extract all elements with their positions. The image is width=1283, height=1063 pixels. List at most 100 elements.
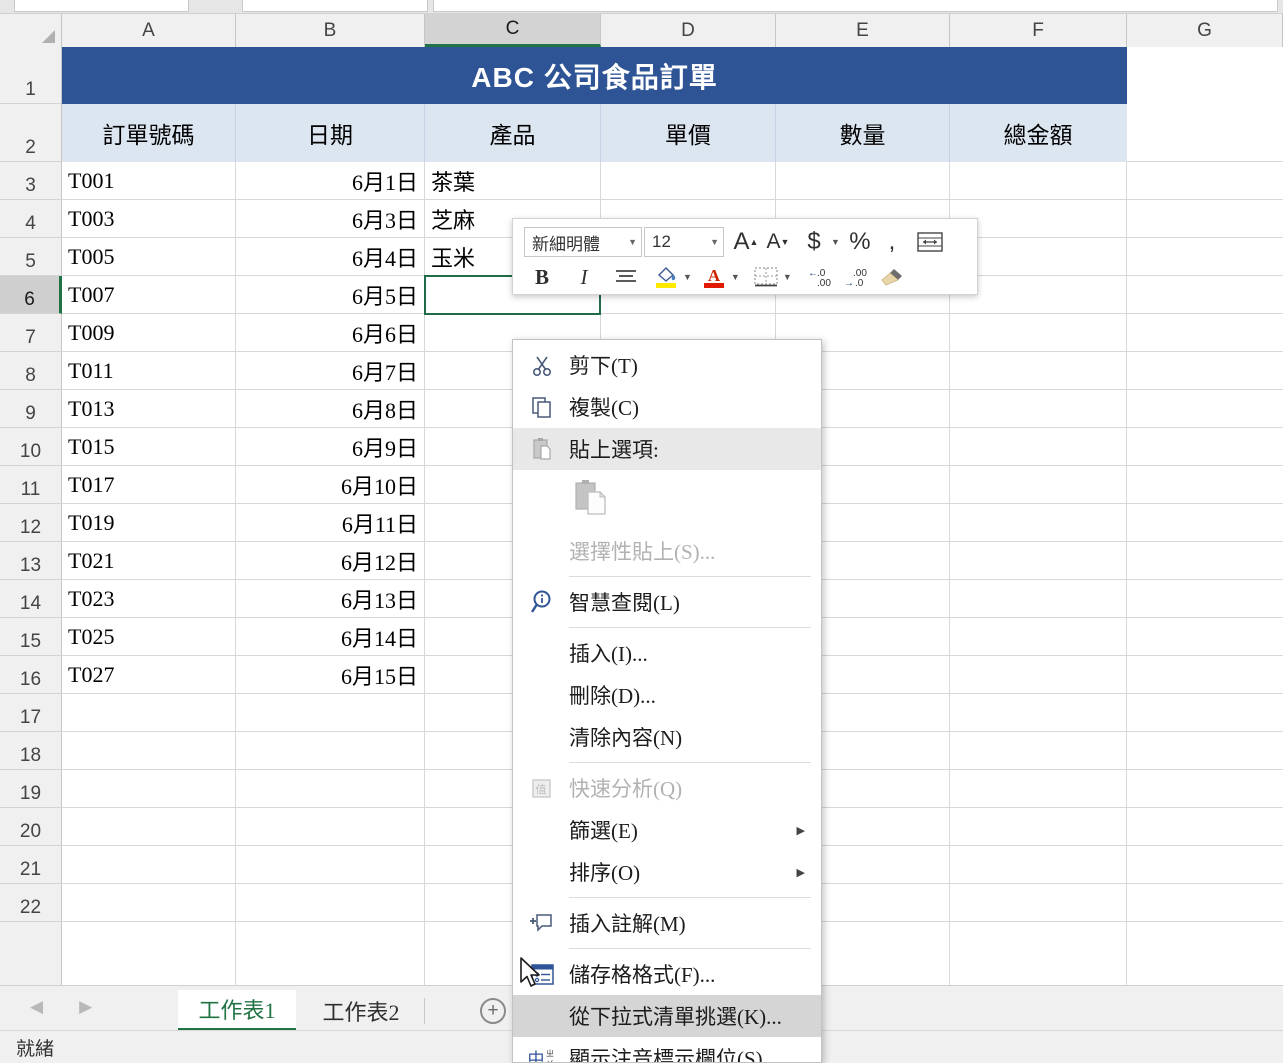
formula-input[interactable] (433, 0, 1278, 12)
cell-a7[interactable]: T009 (62, 314, 235, 352)
cell-b8[interactable]: 6月7日 (236, 352, 424, 390)
cell-b14[interactable]: 6月13日 (236, 580, 424, 618)
grow-font-icon[interactable]: A ▲ (732, 227, 760, 257)
cell-b9[interactable]: 6月8日 (236, 390, 424, 428)
menu-item-copy[interactable]: 複製(C) (513, 386, 821, 428)
percent-format-icon[interactable]: % (846, 227, 874, 257)
row-header-16[interactable]: 16 (0, 656, 62, 694)
fill-color-icon[interactable] (652, 262, 680, 292)
cell-b15[interactable]: 6月14日 (236, 618, 424, 656)
add-sheet-button[interactable]: + (480, 998, 506, 1024)
row-header-1[interactable]: 1 (0, 47, 62, 104)
name-box[interactable] (14, 0, 189, 12)
borders-dropdown-icon[interactable]: ▼ (783, 272, 792, 282)
menu-item-filter[interactable]: 篩選(E) ▶ (513, 809, 821, 851)
cell-b12[interactable]: 6月11日 (236, 504, 424, 542)
menu-item-insert[interactable]: 插入(I)... (513, 632, 821, 674)
cell-a3[interactable]: T001 (62, 162, 235, 200)
mini-formatting-toolbar[interactable]: 新細明體 ▼ 12 ▼ A ▲ A ▼ $ ▼ % , B I ▼ A ▼ ▼ … (512, 218, 978, 295)
cell-a5[interactable]: T005 (62, 238, 235, 276)
shrink-font-icon[interactable]: A ▼ (764, 227, 792, 257)
cell-b4[interactable]: 6月3日 (236, 200, 424, 238)
menu-item-format-cells[interactable]: 儲存格格式(F)... (513, 953, 821, 995)
row-header-10[interactable]: 10 (0, 428, 62, 466)
row-header-9[interactable]: 9 (0, 390, 62, 428)
sheet-title-banner[interactable]: ABC 公司食品訂單 (62, 47, 1127, 104)
accounting-format-icon[interactable]: $ (800, 227, 828, 257)
menu-item-pick-from-dropdown[interactable]: 從下拉式清單挑選(K)... (513, 995, 821, 1037)
menu-item-delete[interactable]: 刪除(D)... (513, 674, 821, 716)
cell-a6[interactable]: T007 (62, 276, 235, 314)
sheet-nav-arrows[interactable]: ◀ ▶ (30, 997, 92, 1017)
font-name-combo[interactable]: 新細明體 ▼ (524, 227, 642, 257)
header-cell-product[interactable]: 產品 (425, 104, 600, 162)
prev-sheet-icon[interactable]: ◀ (30, 997, 43, 1017)
comma-format-icon[interactable]: , (878, 227, 906, 257)
chevron-down-icon[interactable]: ▼ (710, 237, 719, 247)
sheet-tab-2[interactable]: 工作表2 (302, 990, 420, 1031)
column-header-g[interactable]: G (1127, 14, 1283, 47)
function-box[interactable] (242, 0, 428, 12)
menu-item-smart-lookup[interactable]: 智慧查閱(L) (513, 581, 821, 623)
row-header-17[interactable]: 17 (0, 694, 62, 732)
row-header-14[interactable]: 14 (0, 580, 62, 618)
column-header-c[interactable]: C (425, 14, 601, 47)
cell-b10[interactable]: 6月9日 (236, 428, 424, 466)
row-header-7[interactable]: 7 (0, 314, 62, 352)
decrease-decimal-icon[interactable]: .00 → .0 (840, 262, 874, 292)
cell-a9[interactable]: T013 (62, 390, 235, 428)
cell-a13[interactable]: T021 (62, 542, 235, 580)
fill-color-dropdown-icon[interactable]: ▼ (683, 272, 692, 282)
format-painter-icon[interactable] (878, 262, 906, 292)
accounting-dropdown-icon[interactable]: ▼ (831, 237, 840, 247)
next-sheet-icon[interactable]: ▶ (79, 997, 92, 1017)
cell-b5[interactable]: 6月4日 (236, 238, 424, 276)
row-header-2[interactable]: 2 (0, 104, 62, 162)
row-header-21[interactable]: 21 (0, 846, 62, 884)
row-header-18[interactable]: 18 (0, 732, 62, 770)
center-align-icon[interactable] (612, 262, 640, 292)
row-header-6[interactable]: 6 (0, 276, 62, 314)
cell-a14[interactable]: T023 (62, 580, 235, 618)
cell-b7[interactable]: 6月6日 (236, 314, 424, 352)
menu-item-show-phonetic-field[interactable]: 中 ㄓ ㄨ 顯示注音標示欄位(S) (513, 1037, 821, 1062)
cell-a16[interactable]: T027 (62, 656, 235, 694)
paste-option-buttons[interactable] (513, 470, 821, 530)
column-header-a[interactable]: A (62, 14, 236, 47)
menu-item-clear-contents[interactable]: 清除內容(N) (513, 716, 821, 758)
row-header-5[interactable]: 5 (0, 238, 62, 276)
cell-b13[interactable]: 6月12日 (236, 542, 424, 580)
italic-icon[interactable]: I (570, 262, 598, 292)
cell-a10[interactable]: T015 (62, 428, 235, 466)
menu-item-cut[interactable]: 剪下(T) (513, 344, 821, 386)
row-header-12[interactable]: 12 (0, 504, 62, 542)
font-color-dropdown-icon[interactable]: ▼ (731, 272, 740, 282)
cell-b11[interactable]: 6月10日 (236, 466, 424, 504)
chevron-down-icon[interactable]: ▼ (628, 237, 637, 247)
cell-a12[interactable]: T019 (62, 504, 235, 542)
row-header-3[interactable]: 3 (0, 162, 62, 200)
cell-c3[interactable]: 茶葉 (425, 162, 600, 200)
cell-a8[interactable]: T011 (62, 352, 235, 390)
cell-b3[interactable]: 6月1日 (236, 162, 424, 200)
header-cell-unit-price[interactable]: 單價 (601, 104, 775, 162)
row-header-15[interactable]: 15 (0, 618, 62, 656)
cell-b6[interactable]: 6月5日 (236, 276, 424, 314)
merge-cells-icon[interactable] (916, 227, 944, 257)
header-cell-total[interactable]: 總金額 (950, 104, 1126, 162)
header-cell-date[interactable]: 日期 (236, 104, 424, 162)
row-header-19[interactable]: 19 (0, 770, 62, 808)
cell-context-menu[interactable]: 剪下(T) 複製(C) 貼上選項: 選擇性貼上(S)... 智慧查閱(L) 插入… (512, 339, 822, 1063)
row-header-13[interactable]: 13 (0, 542, 62, 580)
bold-icon[interactable]: B (528, 262, 556, 292)
row-header-20[interactable]: 20 (0, 808, 62, 846)
column-header-b[interactable]: B (236, 14, 425, 47)
menu-item-insert-comment[interactable]: 插入註解(M) (513, 902, 821, 944)
column-header-f[interactable]: F (950, 14, 1127, 47)
cell-a15[interactable]: T025 (62, 618, 235, 656)
cell-b16[interactable]: 6月15日 (236, 656, 424, 694)
cell-a4[interactable]: T003 (62, 200, 235, 238)
row-header-8[interactable]: 8 (0, 352, 62, 390)
header-cell-order-no[interactable]: 訂單號碼 (62, 104, 235, 162)
row-header-4[interactable]: 4 (0, 200, 62, 238)
